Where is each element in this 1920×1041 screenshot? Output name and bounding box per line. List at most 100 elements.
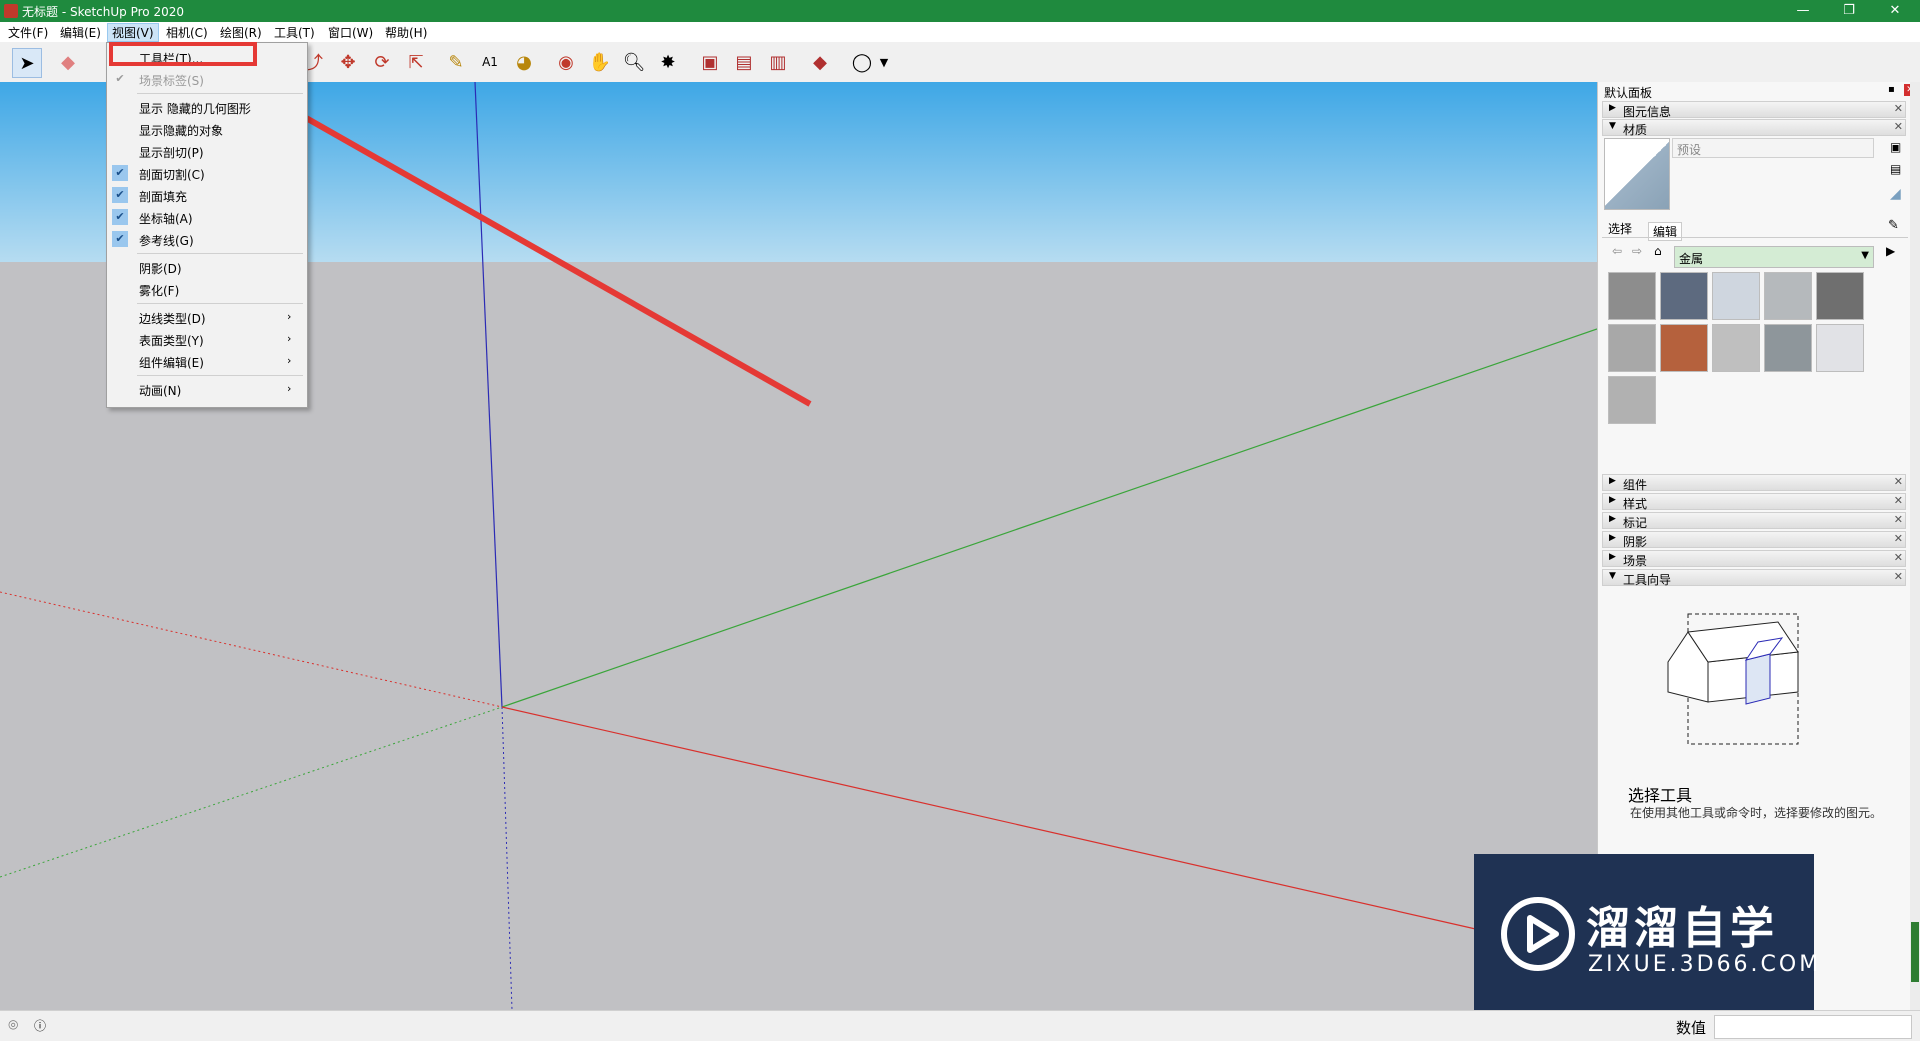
tape-measure-icon[interactable]: ✎ <box>442 48 470 76</box>
red-axis-negative <box>0 591 503 708</box>
menu-item-axes[interactable]: ✔ 坐标轴(A) <box>107 207 307 227</box>
check-icon: ✔ <box>112 231 128 247</box>
tray-scrollbar[interactable] <box>1910 82 1920 1010</box>
menu-camera[interactable]: 相机(C) <box>162 24 212 41</box>
create-material-icon[interactable]: ▣ <box>1890 140 1901 154</box>
pan-tool-icon[interactable]: ✋ <box>586 48 614 76</box>
orbit-tool-icon[interactable]: ◉ <box>552 48 580 76</box>
select-tool-illustration <box>1667 613 1799 745</box>
geolocation-icon[interactable]: ◎ <box>8 1017 18 1031</box>
instructor-description: 在使用其他工具或命令时，选择要修改的图元。 <box>1630 806 1883 820</box>
material-swatch[interactable] <box>1712 272 1760 320</box>
material-swatch[interactable] <box>1764 272 1812 320</box>
tab-select[interactable]: 选择 <box>1608 220 1632 237</box>
materials-header[interactable]: ▼ 材质 ✕ <box>1602 119 1906 137</box>
menu-item-show-hidden-geometry[interactable]: 显示 隐藏的几何图形 <box>107 97 307 117</box>
ruby-icon[interactable]: ◆ <box>806 48 834 76</box>
status-bar: ◎ ⓘ 数值 <box>0 1010 1920 1041</box>
menu-item-section-planes[interactable]: 显示剖切(P) <box>107 141 307 161</box>
share-model-icon[interactable]: ▤ <box>730 48 758 76</box>
entity-info-header[interactable]: ▶ 图元信息 ✕ <box>1602 101 1906 119</box>
material-name-field[interactable]: 预设 <box>1672 138 1874 158</box>
menu-separator <box>137 93 303 94</box>
menu-item-section-cuts[interactable]: ✔ 剖面切割(C) <box>107 163 307 183</box>
paint-bucket-icon[interactable]: ◕ <box>510 48 538 76</box>
info-icon[interactable]: ⓘ <box>34 1017 46 1034</box>
collapsed-triangle-icon: ▶ <box>1609 495 1616 505</box>
tab-edit[interactable]: 编辑 <box>1648 222 1683 241</box>
measurements-input[interactable] <box>1714 1015 1912 1039</box>
collapsed-triangle-icon: ▶ <box>1609 476 1616 486</box>
account-dropdown-icon[interactable]: ▼ <box>876 48 892 76</box>
menu-item-section-fill[interactable]: ✔ 剖面填充 <box>107 185 307 205</box>
menu-item-shadows[interactable]: 阴影(D) <box>107 257 307 277</box>
menu-view[interactable]: 视图(V) <box>107 23 159 42</box>
material-swatch[interactable] <box>1764 324 1812 372</box>
material-swatch[interactable] <box>1608 272 1656 320</box>
material-swatch[interactable] <box>1660 324 1708 372</box>
warehouse-icon[interactable]: ▣ <box>696 48 724 76</box>
material-swatch[interactable] <box>1816 324 1864 372</box>
measurements-label: 数值 <box>1676 1019 1707 1037</box>
menu-item-fog[interactable]: 雾化(F) <box>107 279 307 299</box>
check-icon: ✔ <box>112 187 128 203</box>
menu-item-face-style[interactable]: 表面类型(Y) › <box>107 329 307 349</box>
menu-help[interactable]: 帮助(H) <box>381 24 431 41</box>
move-tool-icon[interactable]: ✥ <box>334 48 362 76</box>
watermark-brand: 溜溜自学 <box>1586 903 1778 954</box>
details-icon[interactable]: ▶ <box>1886 244 1895 258</box>
shadows-header[interactable]: ▶ 阴影 ✕ <box>1602 531 1906 549</box>
scenes-header[interactable]: ▶ 场景 ✕ <box>1602 550 1906 568</box>
extension-warehouse-icon[interactable]: ▥ <box>764 48 792 76</box>
account-icon[interactable]: ◯ <box>848 48 876 76</box>
menu-file[interactable]: 文件(F) <box>4 24 52 41</box>
menu-tools[interactable]: 工具(T) <box>270 24 319 41</box>
library-select[interactable]: 金属 ▼ <box>1674 246 1874 268</box>
menu-edit[interactable]: 编辑(E) <box>56 24 105 41</box>
default-material-icon[interactable]: ◢ <box>1890 186 1901 202</box>
collapsed-triangle-icon: ▶ <box>1609 533 1616 543</box>
pin-icon[interactable]: ▪ <box>1888 84 1895 95</box>
material-swatch[interactable] <box>1816 272 1864 320</box>
material-swatch[interactable] <box>1712 324 1760 372</box>
window-title: 无标题 - SketchUp Pro 2020 <box>22 5 184 19</box>
menu-item-animation[interactable]: 动画(N) › <box>107 379 307 399</box>
restore-button[interactable]: ❐ <box>1826 0 1872 22</box>
select-tool-icon[interactable]: ➤ <box>12 48 42 78</box>
material-swatch[interactable] <box>1608 376 1656 424</box>
menu-item-edge-style[interactable]: 边线类型(D) › <box>107 307 307 327</box>
rotate-tool-icon[interactable]: ⟳ <box>368 48 396 76</box>
close-icon: ✕ <box>1893 494 1903 507</box>
tags-header[interactable]: ▶ 标记 ✕ <box>1602 512 1906 530</box>
menu-item-component-edit[interactable]: 组件编辑(E) › <box>107 351 307 371</box>
forward-icon[interactable]: ⇨ <box>1632 244 1642 258</box>
tray-title: 默认面板 <box>1604 86 1653 100</box>
submenu-arrow-icon: › <box>287 332 292 345</box>
minimize-button[interactable]: — <box>1780 0 1826 22</box>
green-axis <box>501 328 1597 708</box>
material-swatch[interactable] <box>1660 272 1708 320</box>
menu-draw[interactable]: 绘图(R) <box>216 24 266 41</box>
eraser-tool-icon[interactable]: ◆ <box>54 48 82 76</box>
scale-tool-icon[interactable]: ⇱ <box>402 48 430 76</box>
components-header[interactable]: ▶ 组件 ✕ <box>1602 474 1906 492</box>
back-icon[interactable]: ⇦ <box>1612 244 1622 258</box>
zoom-extents-icon[interactable]: ✸ <box>654 48 682 76</box>
home-icon[interactable]: ⌂ <box>1654 244 1662 258</box>
close-icon: ✕ <box>1893 570 1903 583</box>
material-swatch[interactable] <box>1608 324 1656 372</box>
menu-window[interactable]: 窗口(W) <box>324 24 377 41</box>
zoom-tool-icon[interactable]: 🔍︎ <box>620 48 648 76</box>
expanded-triangle-icon: ▼ <box>1609 121 1616 131</box>
menu-item-guides[interactable]: ✔ 参考线(G) <box>107 229 307 249</box>
sample-paint-icon[interactable]: ✎ <box>1888 218 1899 233</box>
text-tool-icon[interactable]: A1 <box>476 48 504 76</box>
watermark-logo: 溜溜自学 ZIXUE.3D66.COM <box>1474 854 1818 1014</box>
materials-stack-icon[interactable]: ▤ <box>1890 162 1901 176</box>
watermark-url: ZIXUE.3D66.COM <box>1588 952 1822 977</box>
close-button[interactable]: ✕ <box>1872 0 1918 22</box>
styles-header[interactable]: ▶ 样式 ✕ <box>1602 493 1906 511</box>
scrollbar-thumb[interactable] <box>1911 922 1919 982</box>
instructor-header[interactable]: ▼ 工具向导 ✕ <box>1602 569 1906 587</box>
menu-item-show-hidden-objects[interactable]: 显示隐藏的对象 <box>107 119 307 139</box>
